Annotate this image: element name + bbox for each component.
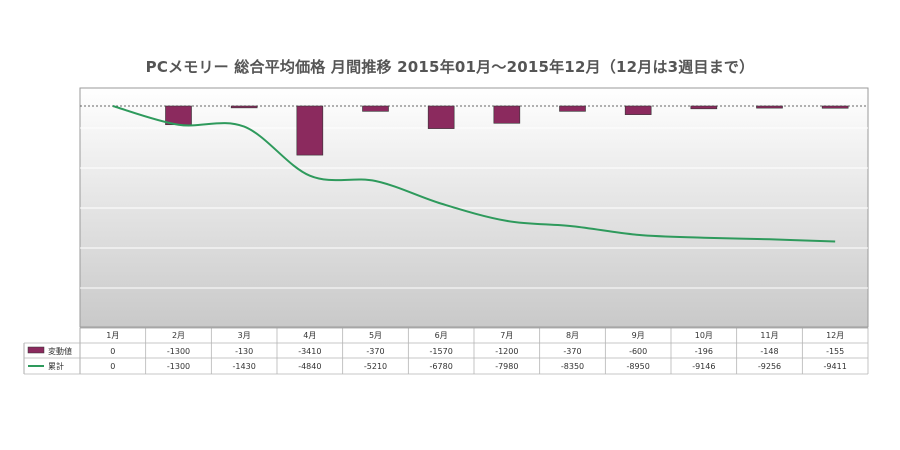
- bar: [690, 105, 718, 110]
- data-label-change: -600: [629, 347, 647, 356]
- data-label-cumulative: -4840: [298, 362, 321, 371]
- data-label-cumulative: -9256: [758, 362, 781, 371]
- x-tick-label: 9月: [632, 331, 645, 340]
- data-label-cumulative: -7980: [495, 362, 518, 371]
- bar: [362, 105, 389, 112]
- data-label-change: -196: [695, 347, 713, 356]
- legend-label-line: 累計: [48, 361, 64, 371]
- data-label-cumulative: -9411: [824, 362, 847, 371]
- bar: [427, 105, 455, 129]
- data-label-change: -370: [366, 347, 384, 356]
- bar: [559, 105, 586, 112]
- data-label-change: -155: [826, 347, 844, 356]
- data-label-change: 0: [110, 347, 115, 356]
- data-label-cumulative: -5210: [364, 362, 387, 371]
- data-table: 1月 2月 3月 4月 5月 6月 7月 8月 9月 10月 11月 12月変動値累計0 -1300 -1…: [23, 327, 869, 375]
- x-tick-label: 10月: [695, 331, 713, 340]
- data-label-cumulative: -8950: [627, 362, 650, 371]
- chart-svg: 1月 2月 3月 4月 5月 6月 7月 8月 9月 10月 11月 12月変動値累計0 -1300 -1…: [23, 87, 869, 375]
- x-tick-label: 1月: [106, 331, 119, 340]
- bar: [821, 105, 849, 109]
- legend-swatch-bars: [27, 346, 45, 354]
- x-tick-label: 12月: [826, 331, 844, 340]
- bar: [230, 105, 258, 109]
- x-tick-label: 7月: [500, 331, 513, 340]
- x-tick-label: 2月: [172, 331, 185, 340]
- data-label-cumulative: 0: [110, 362, 115, 371]
- x-tick-label: 8月: [566, 331, 579, 340]
- bar: [756, 105, 783, 109]
- x-tick-label: 4月: [303, 331, 316, 340]
- data-label-change: -148: [760, 347, 778, 356]
- data-label-cumulative: -1430: [233, 362, 256, 371]
- x-tick-label: 11月: [760, 331, 778, 340]
- legend-label-bars: 変動値: [48, 346, 72, 356]
- x-tick-label: 3月: [238, 331, 251, 340]
- data-label-cumulative: -9146: [692, 362, 715, 371]
- bar: [624, 105, 652, 115]
- data-label-change: -130: [235, 347, 253, 356]
- data-label-change: -1200: [495, 347, 518, 356]
- bar: [493, 105, 521, 124]
- data-label-change: -1300: [167, 347, 190, 356]
- bar: [296, 105, 324, 156]
- x-tick-label: 6月: [435, 331, 448, 340]
- data-label-cumulative: -1300: [167, 362, 190, 371]
- data-label-change: -1570: [430, 347, 453, 356]
- data-label-cumulative: -8350: [561, 362, 584, 371]
- x-tick-label: 5月: [369, 331, 382, 340]
- data-label-change: -3410: [298, 347, 321, 356]
- data-label-cumulative: -6780: [430, 362, 453, 371]
- data-label-change: -370: [563, 347, 581, 356]
